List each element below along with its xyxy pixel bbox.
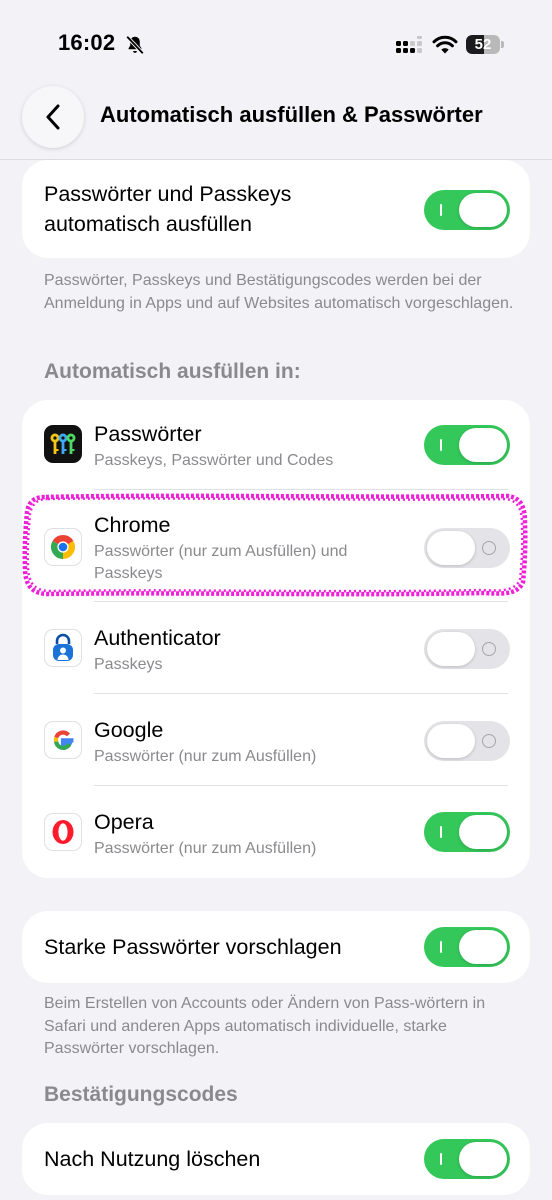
page-title: Automatisch ausfüllen & Passwörter [100, 102, 483, 127]
strong-passwords-toggle[interactable] [424, 927, 510, 967]
status-time: 16:02 [58, 30, 116, 55]
delete-after-use-row[interactable]: Nach Nutzung löschen [22, 1123, 530, 1195]
wifi-icon [432, 35, 458, 54]
provider-name: Google [94, 718, 164, 742]
delete-after-use-toggle[interactable] [424, 1139, 510, 1179]
cellular-signal-icon [396, 36, 422, 53]
autofill-title-line2: automatisch ausfüllen [44, 212, 252, 236]
strong-passwords-title: Starke Passwörter vorschlagen [44, 935, 342, 959]
provider-row-google[interactable]: Google Passwörter (nur zum Ausfüllen) [22, 694, 530, 786]
provider-row-authenticator[interactable]: Authenticator Passkeys [22, 602, 530, 694]
autofill-footnote: Passwörter, Passkeys und Bestätigungscod… [44, 272, 514, 312]
battery-percentage: 52 [474, 36, 492, 53]
provider-subtitle: Passkeys, Passwörter und Codes [94, 452, 334, 469]
authenticator-lock-icon [44, 629, 82, 667]
provider-subtitle: Passwörter (nur zum Ausfüllen) [94, 748, 317, 765]
opera-o-icon [44, 813, 82, 851]
provider-row-passwoerter[interactable]: Passwörter Passkeys, Passwörter und Code… [22, 400, 530, 490]
strong-passwords-footnote: Beim Erstellen von Accounts oder Ändern … [44, 995, 486, 1057]
providers-card: Passwörter Passkeys, Passwörter und Code… [22, 400, 530, 878]
google-g-icon [44, 721, 82, 759]
bell-slash-icon [125, 35, 145, 55]
back-button[interactable] [22, 86, 84, 148]
autofill-row[interactable]: Passwörter und Passkeys automatisch ausf… [22, 160, 530, 258]
chrome-highlight-annotation [22, 493, 528, 597]
autofill-title-line1: Passwörter und Passkeys [44, 182, 292, 206]
provider-name: Passwörter [94, 422, 202, 446]
autofill-card: Passwörter und Passkeys automatisch ausf… [22, 160, 530, 258]
provider-subtitle: Passkeys [94, 656, 163, 673]
delete-after-use-title: Nach Nutzung löschen [44, 1147, 261, 1171]
google-toggle[interactable] [424, 721, 510, 761]
chevron-left-icon [46, 104, 60, 130]
status-bar: 16:02 52 [0, 0, 552, 90]
navigation-bar: Automatisch ausfüllen & Passwörter [0, 80, 552, 160]
passwords-keys-icon [44, 425, 82, 463]
provider-subtitle: Passwörter (nur zum Ausfüllen) [94, 840, 317, 857]
opera-toggle[interactable] [424, 812, 510, 852]
provider-row-opera[interactable]: Opera Passwörter (nur zum Ausfüllen) [22, 786, 530, 878]
codes-card: Nach Nutzung löschen [22, 1123, 530, 1195]
codes-section-header: Bestätigungscodes [44, 1083, 238, 1106]
autofill-toggle[interactable] [424, 190, 510, 230]
provider-name: Opera [94, 810, 154, 834]
battery-icon: 52 [466, 35, 504, 54]
strong-passwords-card: Starke Passwörter vorschlagen [22, 911, 530, 983]
passwoerter-toggle[interactable] [424, 425, 510, 465]
strong-passwords-row[interactable]: Starke Passwörter vorschlagen [22, 911, 530, 983]
provider-name: Authenticator [94, 626, 221, 650]
providers-section-header: Automatisch ausfüllen in: [44, 360, 301, 383]
authenticator-toggle[interactable] [424, 629, 510, 669]
